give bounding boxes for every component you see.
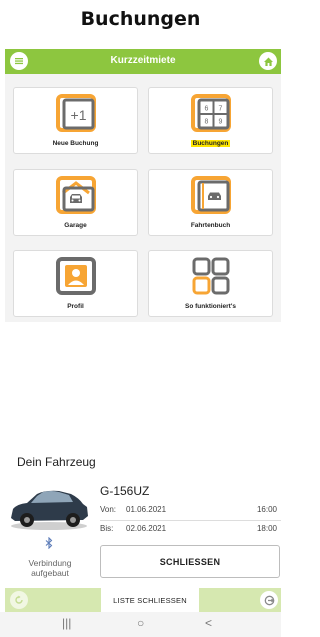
system-nav-bar: ||| ○ < [0,612,281,637]
back-button[interactable]: < [205,616,212,630]
to-time: 18:00 [256,524,277,533]
booking-to-row: Bis: 02.06.2021 [100,524,166,533]
divider [100,520,281,521]
logout-icon [264,595,274,605]
list-close-button[interactable]: LISTE SCHLIESSEN [101,588,199,612]
refresh-icon [15,595,23,604]
tile-garage[interactable]: Garage [13,169,138,236]
tile-label-wrap: Buchungen [149,140,272,147]
from-label: Von: [100,505,117,514]
tile-fahrtenbuch[interactable]: Fahrtenbuch [148,169,273,236]
booking-from-row: Von: 01.06.2021 [100,505,166,514]
bottom-bar: LISTE SCHLIESSEN [5,588,281,612]
vehicle-heading: Dein Fahrzeug [17,455,96,469]
tile-label: So funktioniert's [184,303,237,310]
to-label: Bis: [100,524,114,533]
grid-cell-9: 9 [218,119,222,126]
to-date: 02.06.2021 [126,524,167,533]
four-squares-icon [192,257,229,295]
grid-cell-6: 6 [204,106,208,113]
tile-profil[interactable]: Profil [13,250,138,317]
from-time: 16:00 [256,505,277,514]
refresh-button[interactable] [10,591,28,609]
tile-so-funktionierts[interactable]: So funktioniert's [148,250,273,317]
plus-one-text: +1 [70,107,86,123]
grid-cell-8: 8 [204,119,208,126]
menu-grid: +1 Neue Buchung 6 7 8 9 Buchungen Garage [5,74,281,322]
close-button[interactable]: SCHLIESSEN [100,545,280,578]
tile-label: Neue Buchung [52,140,99,147]
grid-cell-7: 7 [218,106,222,113]
logout-button[interactable] [260,591,278,609]
page-caption: Buchungen [80,8,201,30]
plus-one-icon: +1 [55,94,96,132]
home-icon [263,57,273,66]
tile-buchungen[interactable]: 6 7 8 9 Buchungen [148,87,273,154]
tile-label: Buchungen [190,140,231,147]
from-date: 01.06.2021 [126,505,167,514]
app-header: Kurzzeitmiete [5,49,281,74]
tile-neue-buchung[interactable]: +1 Neue Buchung [13,87,138,154]
tile-label: Garage [64,222,87,229]
home-nav-button[interactable]: ○ [137,616,144,630]
tile-label: Fahrtenbuch [190,222,231,229]
license-plate: G-156UZ [100,484,150,498]
calendar-grid-icon: 6 7 8 9 [190,94,231,132]
car-image [11,490,88,530]
bluetooth-icon [45,536,53,552]
home-button[interactable] [259,52,277,70]
app-title: Kurzzeitmiete [110,55,176,66]
recent-apps-button[interactable]: ||| [62,616,71,630]
tile-label: Profil [67,303,84,310]
profile-icon [55,257,96,295]
garage-icon [55,176,96,214]
car-book-icon [190,176,231,214]
connection-status: Verbindung aufgebaut [28,558,72,578]
